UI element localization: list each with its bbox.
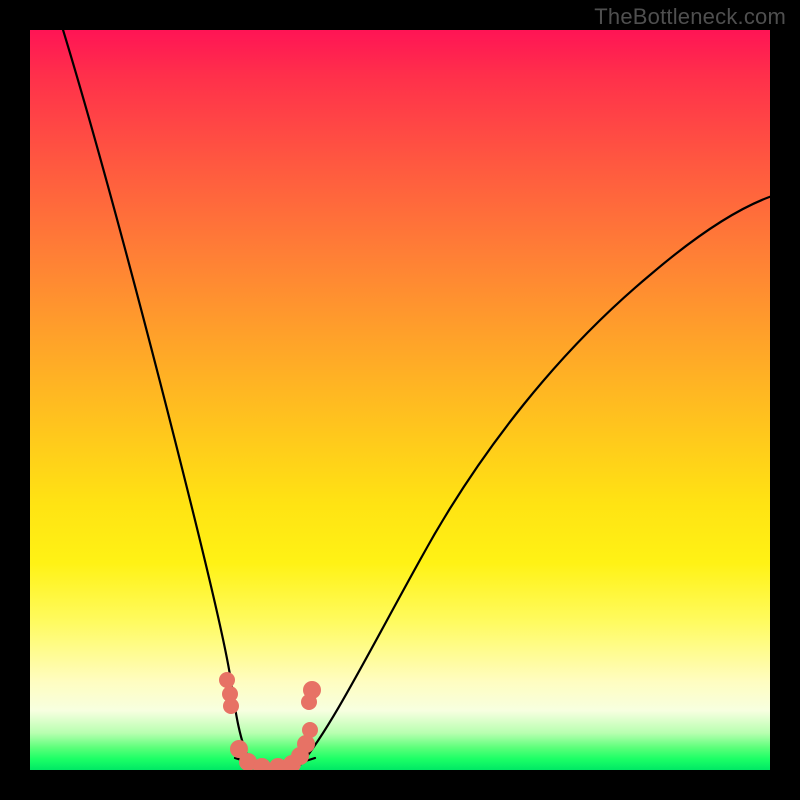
right-curve <box>300 195 770 765</box>
attribution-text: TheBottleneck.com <box>594 4 786 30</box>
marker-group <box>219 672 321 770</box>
marker-dot <box>297 735 315 753</box>
curve-layer <box>30 30 770 770</box>
outer-frame: TheBottleneck.com <box>0 0 800 800</box>
marker-dot <box>223 698 239 714</box>
marker-dot <box>301 694 317 710</box>
plot-area <box>30 30 770 770</box>
marker-dot <box>219 672 235 688</box>
left-curve <box>60 30 252 765</box>
marker-dot <box>302 722 318 738</box>
